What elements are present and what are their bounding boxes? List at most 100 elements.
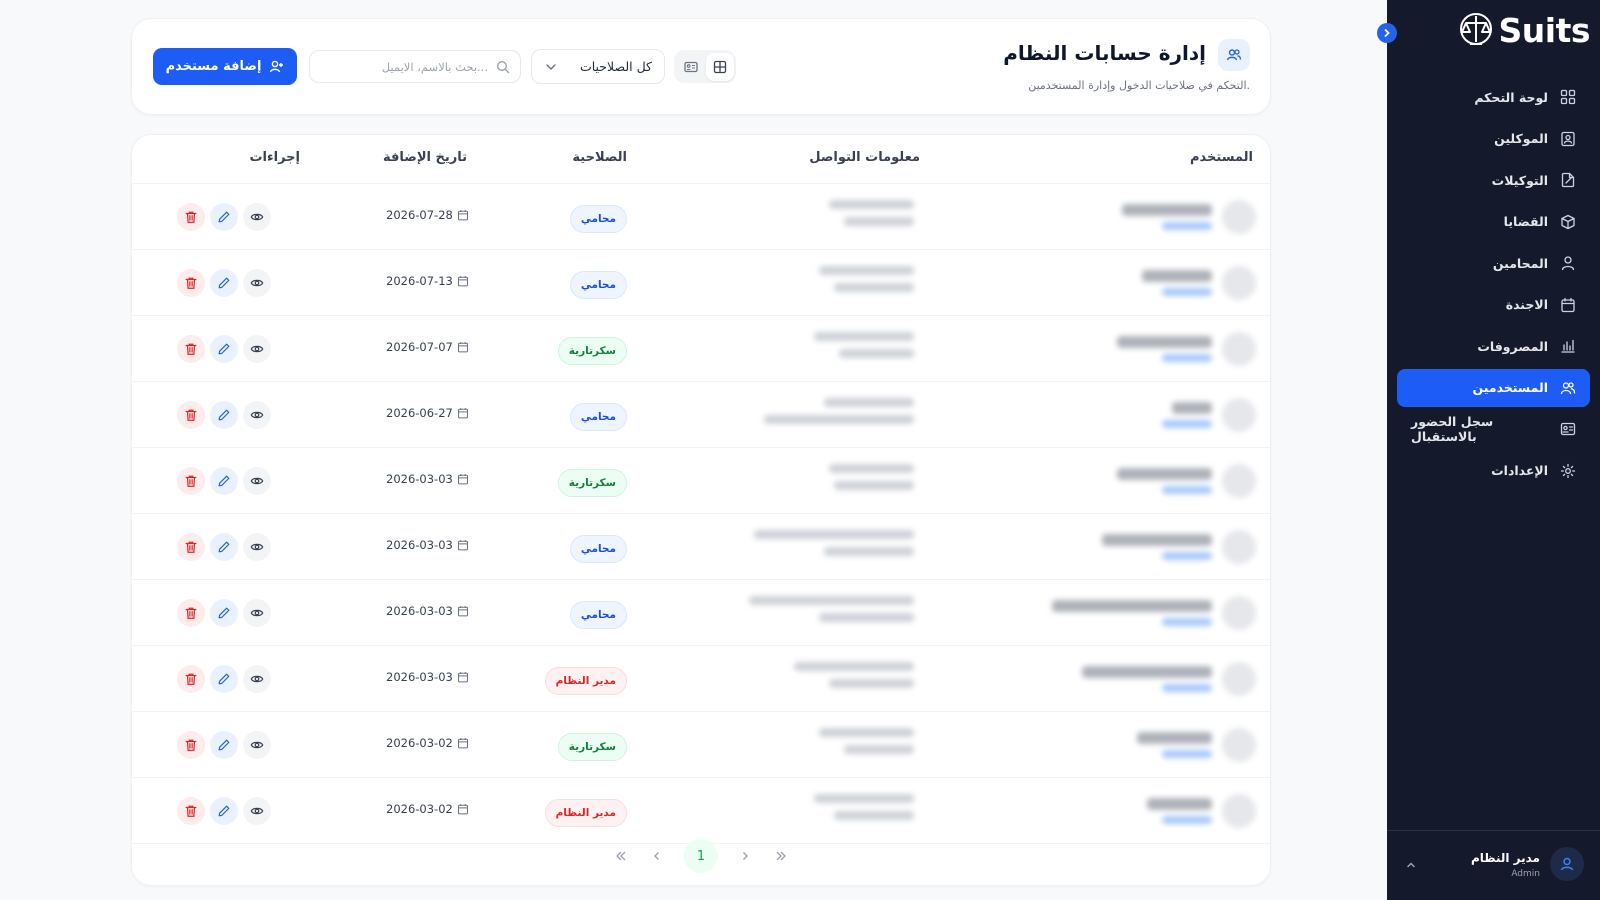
card-view-button[interactable] — [677, 53, 705, 81]
user-info — [1026, 528, 1256, 566]
search-input[interactable] — [328, 59, 488, 74]
eye-icon — [250, 609, 264, 617]
double-chevron-right-icon — [776, 851, 786, 861]
sidebar-item-attendance[interactable]: سجل الحضور بالاستقبال — [1397, 410, 1590, 448]
page-number-button[interactable]: 1 — [684, 839, 718, 873]
sidebar-item-power-of-attorney[interactable]: التوكيلات — [1397, 161, 1590, 199]
eye-icon — [250, 345, 264, 353]
date-added: 2026-03-02 — [386, 736, 469, 750]
view-button[interactable] — [243, 533, 271, 561]
edit-button[interactable] — [210, 599, 238, 627]
role-filter-value: كل الصلاحيات — [579, 59, 652, 74]
table-row[interactable]: محامي 2026-03-03 — [132, 514, 1270, 580]
edit-button[interactable] — [210, 269, 238, 297]
sidebar-user-panel[interactable]: مدير النظام Admin — [1387, 830, 1600, 900]
edit-button[interactable] — [210, 203, 238, 231]
view-button[interactable] — [243, 335, 271, 363]
next-page-button[interactable] — [736, 847, 754, 865]
sidebar-item-lawyers[interactable]: المحامين — [1397, 244, 1590, 282]
edit-button[interactable] — [210, 797, 238, 825]
table-row[interactable]: سكرتارية 2026-07-07 — [132, 316, 1270, 382]
edit-button[interactable] — [210, 731, 238, 759]
sidebar-item-cases[interactable]: القضايا — [1397, 203, 1590, 241]
user-plus-icon — [270, 60, 284, 73]
table-row[interactable]: محامي 2026-07-28 — [132, 184, 1270, 250]
view-button[interactable] — [243, 665, 271, 693]
view-button[interactable] — [243, 731, 271, 759]
view-button[interactable] — [243, 467, 271, 495]
sidebar-collapse-button[interactable] — [1377, 23, 1397, 43]
edit-button[interactable] — [210, 401, 238, 429]
view-button[interactable] — [243, 203, 271, 231]
search-box[interactable] — [309, 50, 521, 83]
previous-page-button[interactable] — [648, 847, 666, 865]
table-view-button[interactable] — [705, 52, 734, 81]
scales-of-justice-icon — [1459, 13, 1492, 45]
sidebar-item-expenses[interactable]: المصروفات — [1397, 327, 1590, 365]
view-button[interactable] — [243, 269, 271, 297]
calendar-icon — [457, 672, 468, 683]
delete-button[interactable] — [177, 401, 205, 429]
sidebar-item-dashboard[interactable]: لوحة التحكم — [1397, 78, 1590, 116]
sidebar-item-clients[interactable]: الموكلين — [1397, 120, 1590, 158]
first-page-button[interactable] — [612, 847, 630, 865]
edit-button[interactable] — [210, 665, 238, 693]
table-row[interactable]: محامي 2026-07-13 — [132, 250, 1270, 316]
delete-button[interactable] — [177, 335, 205, 363]
last-page-button[interactable] — [772, 847, 790, 865]
row-actions — [177, 731, 271, 759]
pencil-icon — [218, 541, 230, 553]
table-row[interactable]: مدير النظام 2026-03-02 — [132, 778, 1270, 844]
edit-button[interactable] — [210, 335, 238, 363]
delete-button[interactable] — [177, 665, 205, 693]
date-value: 2026-03-02 — [386, 736, 453, 750]
role-badge: محامي — [569, 205, 627, 233]
edit-button[interactable] — [210, 467, 238, 495]
sidebar-nav: لوحة التحكم الموكلين التوكيلات القضايا المحا… — [1397, 78, 1590, 493]
view-button[interactable] — [243, 401, 271, 429]
edit-button[interactable] — [210, 533, 238, 561]
calendar-icon — [457, 540, 468, 551]
add-user-button[interactable]: إضافة مستخدم — [153, 48, 297, 85]
sidebar-item-calendar[interactable]: الاجندة — [1397, 286, 1590, 324]
table-row[interactable]: مدير النظام 2026-03-03 — [132, 646, 1270, 712]
id-card-icon — [683, 61, 698, 72]
view-button[interactable] — [243, 599, 271, 627]
calendar-icon — [457, 606, 468, 617]
user-info — [1026, 330, 1256, 368]
clients-icon — [1560, 131, 1576, 147]
sidebar-item-settings[interactable]: الإعدادات — [1397, 452, 1590, 490]
eye-icon — [250, 675, 264, 683]
table-row[interactable]: محامي 2026-03-03 — [132, 580, 1270, 646]
brand-logo[interactable]: Suits — [1457, 10, 1590, 50]
sidebar-item-label: المحامين — [1492, 255, 1548, 271]
sidebar-item-label: الاجندة — [1505, 297, 1548, 312]
calendar-icon — [457, 342, 468, 353]
role-badge: محامي — [569, 271, 627, 299]
chevron-up-icon[interactable] — [1405, 859, 1417, 871]
delete-button[interactable] — [177, 731, 205, 759]
view-button[interactable] — [243, 797, 271, 825]
delete-button[interactable] — [177, 533, 205, 561]
date-added: 2026-03-03 — [386, 604, 469, 618]
role-filter-select[interactable]: كل الصلاحيات — [531, 49, 665, 84]
trash-icon — [185, 343, 197, 355]
pagination: 1 — [132, 839, 1270, 873]
role-badge: سكرتارية — [557, 469, 627, 497]
delete-button[interactable] — [177, 203, 205, 231]
table-row[interactable]: سكرتارية 2026-03-02 — [132, 712, 1270, 778]
table-row[interactable]: سكرتارية 2026-03-03 — [132, 448, 1270, 514]
settings-icon — [1560, 463, 1576, 479]
delete-button[interactable] — [177, 467, 205, 495]
table-row[interactable]: محامي 2026-06-27 — [132, 382, 1270, 448]
delete-button[interactable] — [177, 269, 205, 297]
delete-button[interactable] — [177, 797, 205, 825]
date-added: 2026-03-02 — [386, 802, 469, 816]
search-icon — [496, 60, 510, 73]
trash-icon — [185, 541, 197, 553]
contact-info — [714, 398, 914, 434]
sidebar-item-users[interactable]: المستخدمين — [1397, 368, 1590, 407]
delete-button[interactable] — [177, 599, 205, 627]
calendar-icon — [457, 276, 468, 287]
pencil-icon — [218, 211, 230, 223]
